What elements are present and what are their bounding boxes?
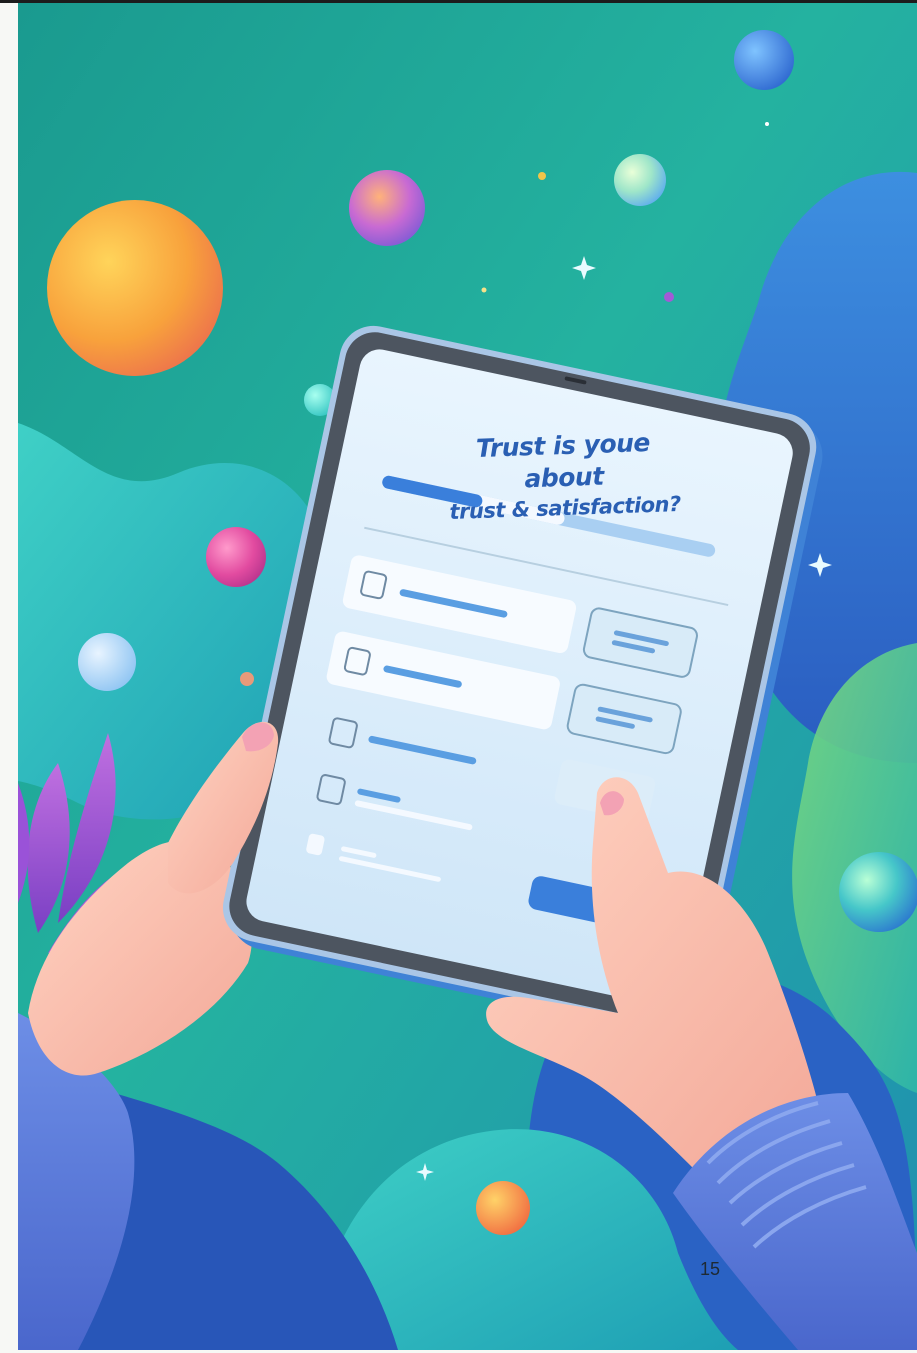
mint-sphere	[614, 154, 666, 206]
blue-sphere-top	[734, 30, 794, 90]
small-orange-dot	[240, 672, 254, 686]
right-sphere	[839, 852, 917, 932]
tiny-white-dot	[765, 122, 769, 126]
bottom-orange-sphere	[476, 1181, 530, 1235]
tiny-yellow-dot	[538, 172, 546, 180]
pink-sphere	[206, 527, 266, 587]
orange-sphere	[47, 200, 223, 376]
planet-sphere	[349, 170, 425, 246]
illustration-frame	[18, 3, 917, 1350]
tiny-purple-dot	[664, 292, 674, 302]
pale-sphere	[78, 633, 136, 691]
page-number: 15	[700, 1259, 721, 1279]
tiny-dot	[481, 287, 487, 293]
illustration	[18, 3, 917, 1350]
